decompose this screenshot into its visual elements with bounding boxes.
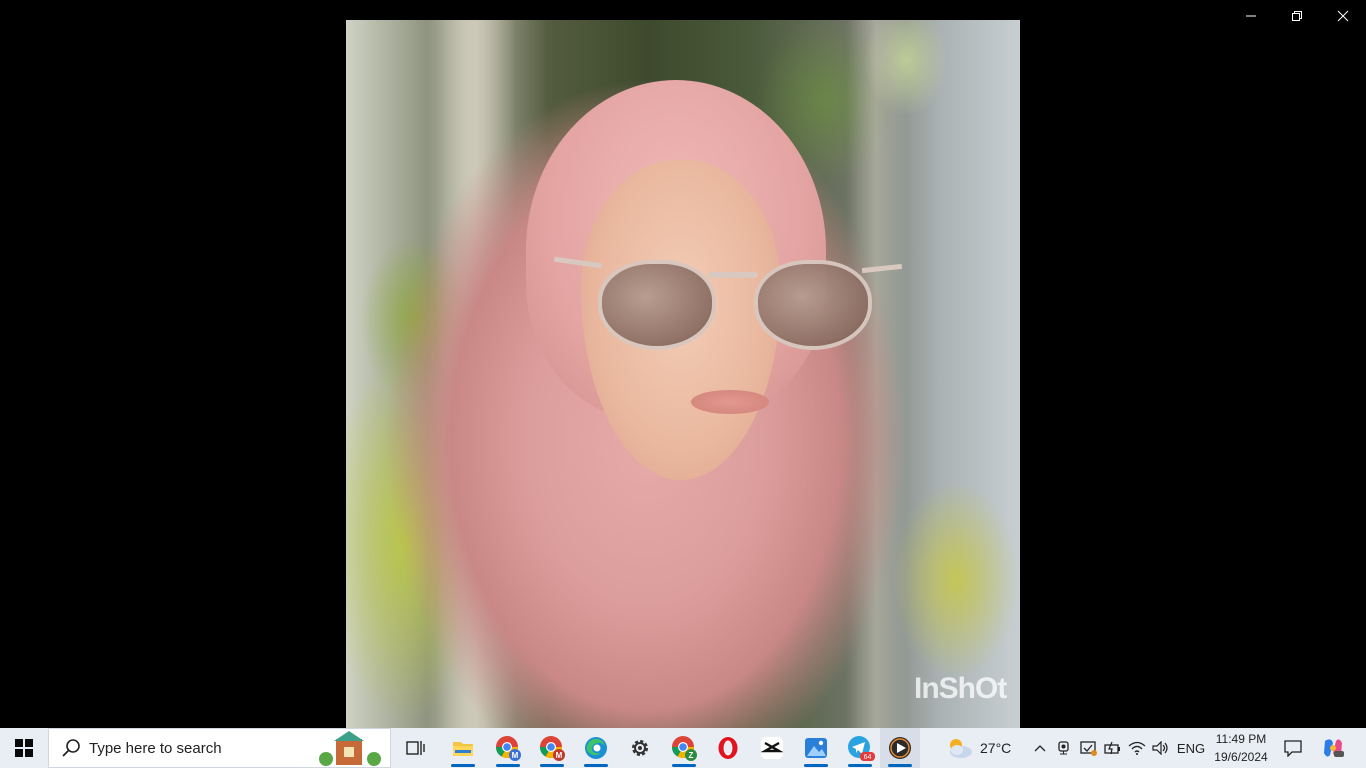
taskbar-chrome-profile-m-2[interactable]: M (532, 728, 572, 768)
gear-icon (632, 740, 648, 756)
running-indicator (496, 764, 520, 767)
battery-charging-icon (1104, 741, 1120, 755)
close-icon (1337, 10, 1349, 22)
taskbar-edge[interactable] (576, 728, 616, 768)
taskbar-media-player[interactable] (880, 728, 920, 768)
start-button[interactable] (0, 728, 48, 768)
weather-widget[interactable]: 27°C (944, 728, 1011, 768)
profile-badge: M (556, 751, 563, 760)
tray-network[interactable] (1126, 728, 1148, 768)
chrome-icon: M (540, 736, 565, 761)
clock[interactable]: 11:49 PM 19/6/2024 (1206, 730, 1276, 766)
running-indicator (848, 764, 872, 767)
running-indicator (888, 764, 912, 767)
notification-icon (1284, 740, 1302, 757)
taskbar-telegram[interactable]: 64 (840, 728, 880, 768)
lips (691, 390, 769, 414)
inshot-watermark: InShOt (914, 672, 1007, 705)
photo-viewer-image: InShOt (346, 20, 1020, 728)
wifi-icon (1128, 741, 1146, 755)
taskbar-settings[interactable] (620, 728, 660, 768)
show-hidden-icons-button[interactable] (1030, 728, 1050, 768)
tray-meet-now[interactable] (1054, 728, 1076, 768)
edge-icon (585, 737, 607, 759)
task-view-button[interactable] (396, 728, 436, 768)
sunglasses-bridge (708, 272, 758, 278)
task-view-icon (406, 741, 425, 755)
running-indicator (584, 764, 608, 767)
copilot-icon (1324, 739, 1344, 757)
security-check-icon (1080, 741, 1097, 756)
restore-icon (1292, 11, 1302, 21)
tray-volume[interactable] (1150, 728, 1172, 768)
opera-icon (718, 737, 738, 759)
running-indicator (672, 764, 696, 767)
chrome-icon: M (496, 736, 521, 761)
running-indicator (451, 764, 475, 767)
language-indicator[interactable]: ENG (1176, 728, 1206, 768)
taskbar-capcut[interactable] (752, 728, 792, 768)
chrome-icon: Z (672, 736, 697, 761)
speaker-icon (1152, 741, 1168, 755)
search-box[interactable]: Type here to search (48, 728, 391, 768)
notifications-button[interactable] (1280, 728, 1306, 768)
clock-date: 19/6/2024 (1214, 750, 1268, 764)
minimize-button[interactable] (1228, 0, 1274, 32)
taskbar-photos[interactable] (796, 728, 836, 768)
photos-icon (805, 738, 827, 758)
taskbar: Type here to search M M Z 64 27°C ENG 11… (0, 728, 1366, 768)
search-highlight-icon (319, 731, 381, 766)
taskbar-file-explorer[interactable] (443, 728, 483, 768)
profile-badge: Z (689, 751, 694, 760)
windows-logo-icon (15, 739, 33, 757)
running-indicator (540, 764, 564, 767)
sunglasses-lens-right (754, 260, 872, 350)
profile-badge: M (512, 751, 519, 760)
restore-button[interactable] (1274, 0, 1320, 32)
sunglasses-lens-left (598, 260, 716, 350)
chevron-up-icon (1034, 745, 1046, 752)
weather-temperature: 27°C (980, 740, 1012, 756)
taskbar-chrome-profile-m[interactable]: M (488, 728, 528, 768)
partly-cloudy-icon (950, 739, 972, 758)
search-icon (62, 739, 80, 757)
taskbar-chrome-profile-z[interactable]: Z (664, 728, 704, 768)
close-button[interactable] (1320, 0, 1366, 32)
minimize-icon (1246, 15, 1256, 17)
clock-time: 11:49 PM (1215, 732, 1267, 746)
play-icon (889, 737, 911, 759)
webcam-icon (1058, 741, 1069, 755)
taskbar-opera[interactable] (708, 728, 748, 768)
copilot-button[interactable] (1318, 728, 1348, 768)
search-placeholder: Type here to search (89, 739, 222, 757)
telegram-icon: 64 (848, 736, 875, 761)
capcut-icon (761, 737, 783, 759)
running-indicator (804, 764, 828, 767)
folder-icon (453, 742, 473, 756)
tray-security[interactable] (1078, 728, 1100, 768)
unread-badge: 64 (864, 754, 872, 761)
tray-battery[interactable] (1102, 728, 1124, 768)
